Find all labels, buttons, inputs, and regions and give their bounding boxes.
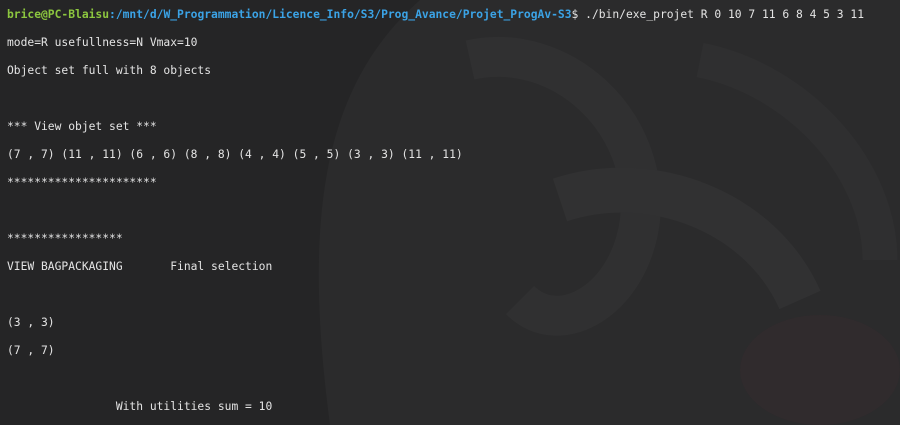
prompt-symbol: $ [571, 8, 586, 21]
terminal[interactable]: brice@PC-Blaisu:/mnt/d/W_Programmation/L… [7, 1, 897, 421]
output-line: (7 , 7) (11 , 11) (6 , 6) (8 , 8) (4 , 4… [7, 148, 463, 161]
output-line: mode=R usefullness=N Vmax=10 [7, 36, 198, 49]
output-line: Object set full with 8 objects [7, 64, 212, 77]
output-line: (7 , 7) [7, 344, 55, 357]
command-text: ./bin/exe_projet R 0 10 7 11 6 8 4 5 3 1… [585, 8, 864, 21]
output-line: ***************** [7, 232, 123, 245]
output-line: *** View objet set *** [7, 120, 157, 133]
output-line: ********************** [7, 176, 157, 189]
prompt-user-host: brice@PC-Blaisu [7, 8, 110, 21]
prompt-path: :/mnt/d/W_Programmation/Licence_Info/S3/… [109, 8, 572, 21]
prompt-line: brice@PC-Blaisu:/mnt/d/W_Programmation/L… [7, 1, 897, 29]
output-line: VIEW BAGPACKAGING Final selection [7, 260, 273, 273]
output-line: (3 , 3) [7, 316, 55, 329]
output-line: With utilities sum = 10 [7, 400, 273, 413]
